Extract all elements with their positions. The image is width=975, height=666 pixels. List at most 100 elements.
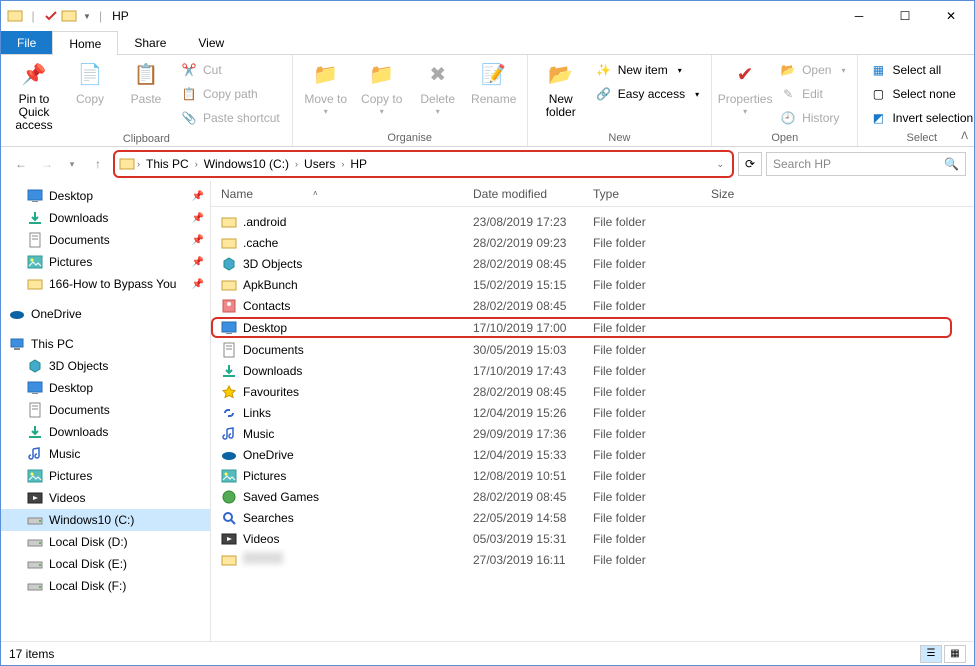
tab-share[interactable]: Share [118,31,182,54]
file-name: Contacts [243,299,473,313]
maximize-button[interactable]: ☐ [882,1,928,31]
easy-access-button[interactable]: 🔗Easy access▾ [592,83,703,105]
rename-button[interactable]: 📝Rename [469,59,519,106]
file-date: 28/02/2019 08:45 [473,385,593,399]
col-type[interactable]: Type [593,181,711,206]
file-row[interactable]: 27/03/2019 16:11File folder [211,549,974,570]
games-icon [221,489,237,505]
cut-button[interactable]: ✂️Cut [177,59,284,81]
nav-pc-10[interactable]: Local Disk (F:) [1,575,210,597]
file-row[interactable]: Links12/04/2019 15:26File folder [211,402,974,423]
file-row[interactable]: Favourites28/02/2019 08:45File folder [211,381,974,402]
nav-onedrive[interactable]: OneDrive [1,303,210,325]
nav-forward-button[interactable]: → [35,153,57,175]
tab-home[interactable]: Home [52,31,118,55]
nav-this-pc[interactable]: This PC [1,333,210,355]
col-name[interactable]: Name˄ [221,181,473,206]
crumb-users[interactable]: Users [300,153,339,175]
file-row[interactable]: Searches22/05/2019 14:58File folder [211,507,974,528]
nav-pc-0[interactable]: 3D Objects [1,355,210,377]
file-row[interactable]: Videos05/03/2019 15:31File folder [211,528,974,549]
qat-dropdown-icon[interactable]: ▼ [79,8,95,24]
ribbon-collapse-icon[interactable]: ᐱ [961,131,968,142]
nav-quick-3[interactable]: Pictures📌 [1,251,210,273]
file-name: Searches [243,511,473,525]
qat-folder-icon[interactable] [61,8,77,24]
file-row[interactable]: Documents30/05/2019 15:03File folder [211,339,974,360]
paste-shortcut-button[interactable]: 📎Paste shortcut [177,107,284,129]
tab-file[interactable]: File [1,31,52,54]
file-date: 28/02/2019 08:45 [473,299,593,313]
file-row[interactable]: Music29/09/2019 17:36File folder [211,423,974,444]
qat-properties-icon[interactable] [43,8,59,24]
move-to-button[interactable]: 📁Move to▾ [301,59,351,117]
new-item-button[interactable]: ✨New item▾ [592,59,703,81]
nav-pc-6[interactable]: Videos [1,487,210,509]
file-date: 27/03/2019 16:11 [473,553,593,567]
file-row[interactable]: Contacts28/02/2019 08:45File folder [211,295,974,316]
crumb-drive[interactable]: Windows10 (C:) [200,153,293,175]
tab-view[interactable]: View [182,31,240,54]
view-icons-button[interactable]: ▦ [944,645,966,663]
favorites-icon [221,384,237,400]
new-folder-button[interactable]: 📂New folder [536,59,586,119]
file-row[interactable]: Downloads17/10/2019 17:43File folder [211,360,974,381]
file-row[interactable]: Pictures12/08/2019 10:51File folder [211,465,974,486]
pin-quick-access-button[interactable]: 📌Pin to Quick access [9,59,59,133]
properties-button[interactable]: ✔Properties▾ [720,59,770,117]
file-row[interactable]: .android23/08/2019 17:23File folder [211,211,974,232]
file-row[interactable]: ApkBunch15/02/2019 15:15File folder [211,274,974,295]
file-row[interactable]: Desktop17/10/2019 17:00File folder [211,317,952,338]
file-name: Saved Games [243,490,473,504]
nav-pc-3[interactable]: Downloads [1,421,210,443]
nav-up-button[interactable]: ↑ [87,153,109,175]
nav-recent-button[interactable]: ▾ [61,153,83,175]
col-date[interactable]: Date modified [473,181,593,206]
file-row[interactable]: Saved Games28/02/2019 08:45File folder [211,486,974,507]
invert-selection-button[interactable]: ◩Invert selection [866,107,975,129]
nav-quick-4[interactable]: 166-How to Bypass You📌 [1,273,210,295]
nav-pc-7[interactable]: Windows10 (C:) [1,509,210,531]
breadcrumb[interactable]: › This PC› Windows10 (C:)› Users› HP ⌄ [113,150,734,178]
address-dropdown-icon[interactable]: ⌄ [712,159,728,170]
crumb-this-pc[interactable]: This PC [142,153,193,175]
nav-quick-1[interactable]: Downloads📌 [1,207,210,229]
nav-pc-9[interactable]: Local Disk (E:) [1,553,210,575]
copy-to-button[interactable]: 📁Copy to▾ [357,59,407,117]
nav-pc-8[interactable]: Local Disk (D:) [1,531,210,553]
paste-button[interactable]: 📋Paste [121,59,171,106]
pin-icon: 📌 [192,213,204,224]
file-row[interactable]: 3D Objects28/02/2019 08:45File folder [211,253,974,274]
file-date: 29/09/2019 17:36 [473,427,593,441]
nav-pc-1[interactable]: Desktop [1,377,210,399]
copy-path-button[interactable]: 📋Copy path [177,83,284,105]
close-button[interactable]: ✕ [928,1,974,31]
file-date: 17/10/2019 17:00 [473,321,593,335]
edit-button[interactable]: ✎Edit [776,83,849,105]
open-button[interactable]: 📂Open▾ [776,59,849,81]
nav-quick-2[interactable]: Documents📌 [1,229,210,251]
nav-pc-5[interactable]: Pictures [1,465,210,487]
col-size[interactable]: Size [711,181,791,206]
drive-icon [27,556,43,572]
select-all-button[interactable]: ▦Select all [866,59,975,81]
nav-back-button[interactable]: ← [9,153,31,175]
search-input[interactable]: Search HP 🔍 [766,152,966,176]
file-row[interactable]: OneDrive12/04/2019 15:33File folder [211,444,974,465]
refresh-button[interactable]: ⟳ [738,152,762,176]
copy-button[interactable]: 📄Copy [65,59,115,106]
downloads-icon [27,424,43,440]
select-none-button[interactable]: ▢Select none [866,83,975,105]
minimize-button[interactable]: ─ [836,1,882,31]
nav-quick-0[interactable]: Desktop📌 [1,185,210,207]
file-row[interactable]: .cache28/02/2019 09:23File folder [211,232,974,253]
crumb-hp[interactable]: HP [346,153,371,175]
history-button[interactable]: 🕘History [776,107,849,129]
navigation-pane[interactable]: Desktop📌Downloads📌Documents📌Pictures📌166… [1,181,211,641]
nav-pc-2[interactable]: Documents [1,399,210,421]
onedrive-icon [221,447,237,463]
nav-pc-4[interactable]: Music [1,443,210,465]
delete-button[interactable]: ✖Delete▾ [413,59,463,117]
chevron-right-icon[interactable]: › [137,159,140,169]
view-details-button[interactable]: ☰ [920,645,942,663]
